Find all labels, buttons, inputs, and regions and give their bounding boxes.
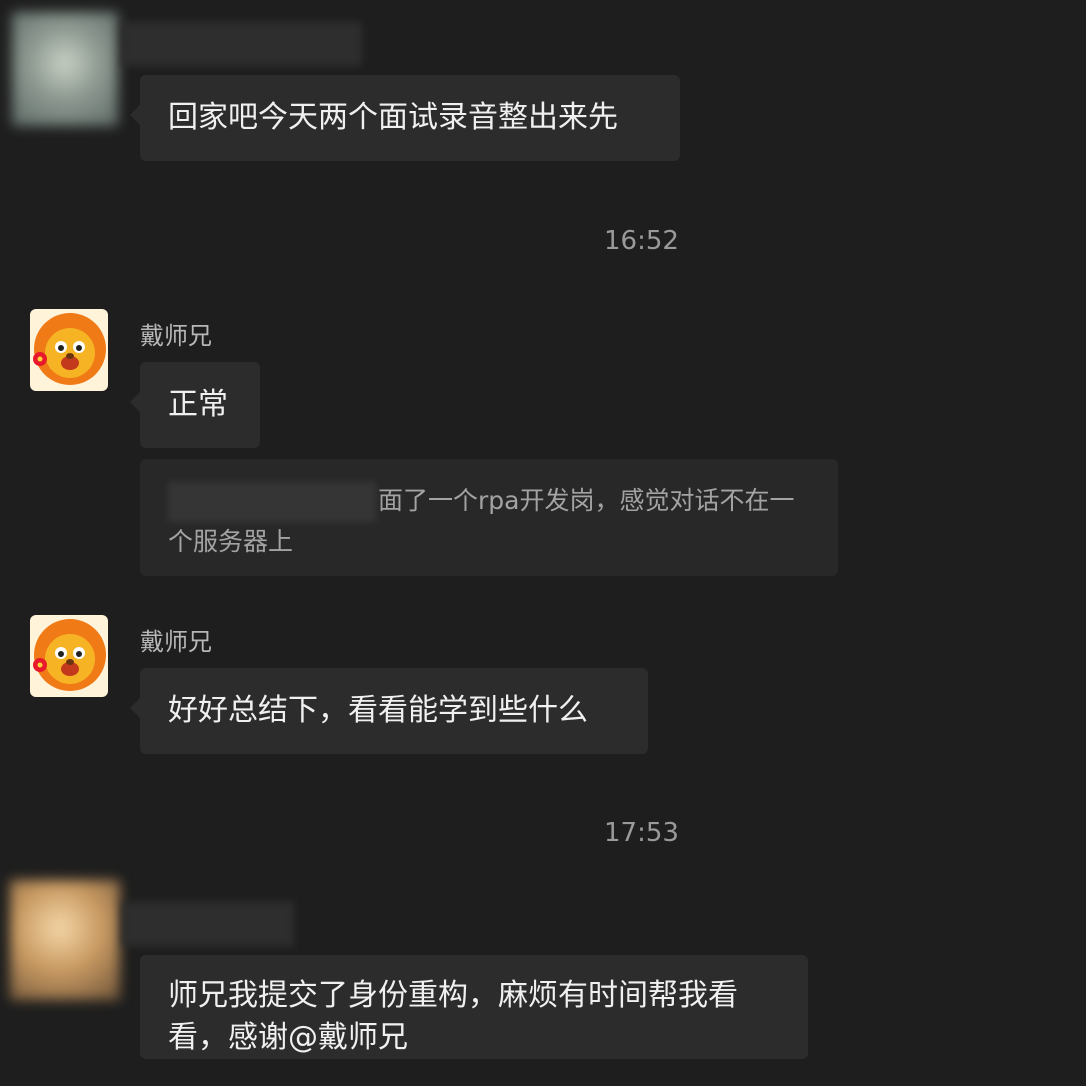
message-bubble-3[interactable]: 好好总结下，看看能学到些什么	[130, 668, 648, 754]
avatar-blurred-1[interactable]	[12, 12, 118, 126]
sender-name-1: 戴师兄	[140, 322, 212, 350]
quoted-message[interactable]: 面了一个rpa开发岗，感觉对话不在一个服务器上	[140, 459, 838, 576]
message-text-4: 师兄我提交了身份重构，麻烦有时间帮我看看，感谢@戴师兄	[168, 978, 738, 1055]
message-bubble-1[interactable]: 回家吧今天两个面试录音整出来先	[130, 75, 680, 161]
quote-author-redacted	[168, 482, 376, 522]
sender-name-redacted-1	[122, 22, 362, 66]
lion-cartoon-icon	[30, 615, 108, 697]
message-text-2: 正常	[168, 387, 228, 422]
lion-cartoon-icon	[30, 309, 108, 391]
message-text-1: 回家吧今天两个面试录音整出来先	[168, 100, 618, 135]
avatar-blurred-2[interactable]	[10, 880, 120, 1000]
timestamp-1: 16:52	[604, 226, 679, 256]
avatar-lion-1[interactable]	[30, 309, 108, 391]
sender-name-2: 戴师兄	[140, 628, 212, 656]
timestamp-2: 17:53	[604, 818, 679, 848]
message-bubble-4[interactable]: 师兄我提交了身份重构，麻烦有时间帮我看看，感谢@戴师兄	[140, 955, 808, 1059]
sender-name-redacted-2	[122, 902, 294, 946]
message-text-3: 好好总结下，看看能学到些什么	[168, 693, 588, 728]
avatar-lion-2[interactable]	[30, 615, 108, 697]
message-bubble-2[interactable]: 正常	[130, 362, 260, 448]
